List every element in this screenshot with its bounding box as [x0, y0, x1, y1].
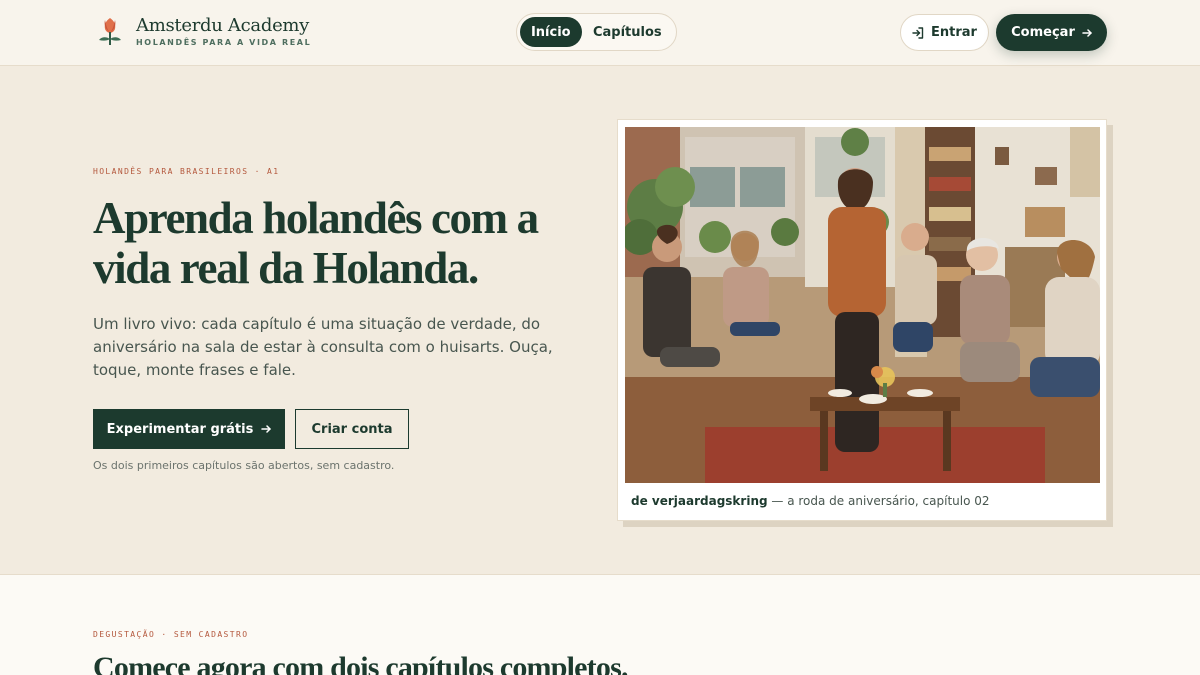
start-button[interactable]: Começar — [996, 14, 1107, 51]
hero-photo — [625, 127, 1100, 483]
try-free-button[interactable]: Experimentar grátis — [93, 409, 285, 449]
create-account-button[interactable]: Criar conta — [295, 409, 409, 449]
brand-name: Amsterdu Academy — [136, 15, 310, 36]
login-button[interactable]: Entrar — [900, 14, 989, 51]
hero-eyebrow: HOLANDÊS PARA BRASILEIROS · A1 — [93, 167, 280, 176]
main-nav: Início Capítulos — [516, 13, 677, 51]
brand-tagline: HOLANDÊS PARA A VIDA REAL — [136, 38, 312, 47]
site-header: Amsterdu Academy HOLANDÊS PARA A VIDA RE… — [0, 0, 1200, 66]
caption-description: — a roda de aniversário, capítulo 02 — [767, 494, 990, 508]
caption-dutch-term: de verjaardagskring — [631, 494, 768, 508]
photo-card: de verjaardagskring — a roda de aniversá… — [617, 119, 1107, 521]
tulip-icon — [99, 18, 121, 45]
login-label: Entrar — [931, 25, 977, 40]
hero-title: Aprenda holandês com a vida real da Hola… — [93, 193, 539, 293]
tasting-section: DEGUSTAÇÃO · SEM CADASTRO Comece agora c… — [0, 574, 1200, 675]
tasting-eyebrow: DEGUSTAÇÃO · SEM CADASTRO — [93, 630, 249, 639]
nav-inicio[interactable]: Início — [520, 17, 582, 47]
photo-caption: de verjaardagskring — a roda de aniversá… — [631, 494, 990, 508]
arrow-right-icon — [1082, 28, 1092, 37]
login-arrow-icon — [912, 26, 924, 39]
arrow-right-icon — [261, 425, 272, 433]
start-label: Começar — [1011, 25, 1075, 40]
birthday-circle-illustration — [625, 127, 1100, 483]
hero-description: Um livro vivo: cada capítulo é uma situa… — [93, 315, 553, 379]
hero-note: Os dois primeiros capítulos são abertos,… — [93, 459, 395, 472]
tasting-title: Comece agora com dois capítulos completo… — [93, 651, 628, 675]
brand-logo[interactable]: Amsterdu Academy HOLANDÊS PARA A VIDA RE… — [96, 15, 311, 47]
nav-capitulos[interactable]: Capítulos — [582, 17, 673, 47]
try-free-label: Experimentar grátis — [106, 421, 254, 437]
